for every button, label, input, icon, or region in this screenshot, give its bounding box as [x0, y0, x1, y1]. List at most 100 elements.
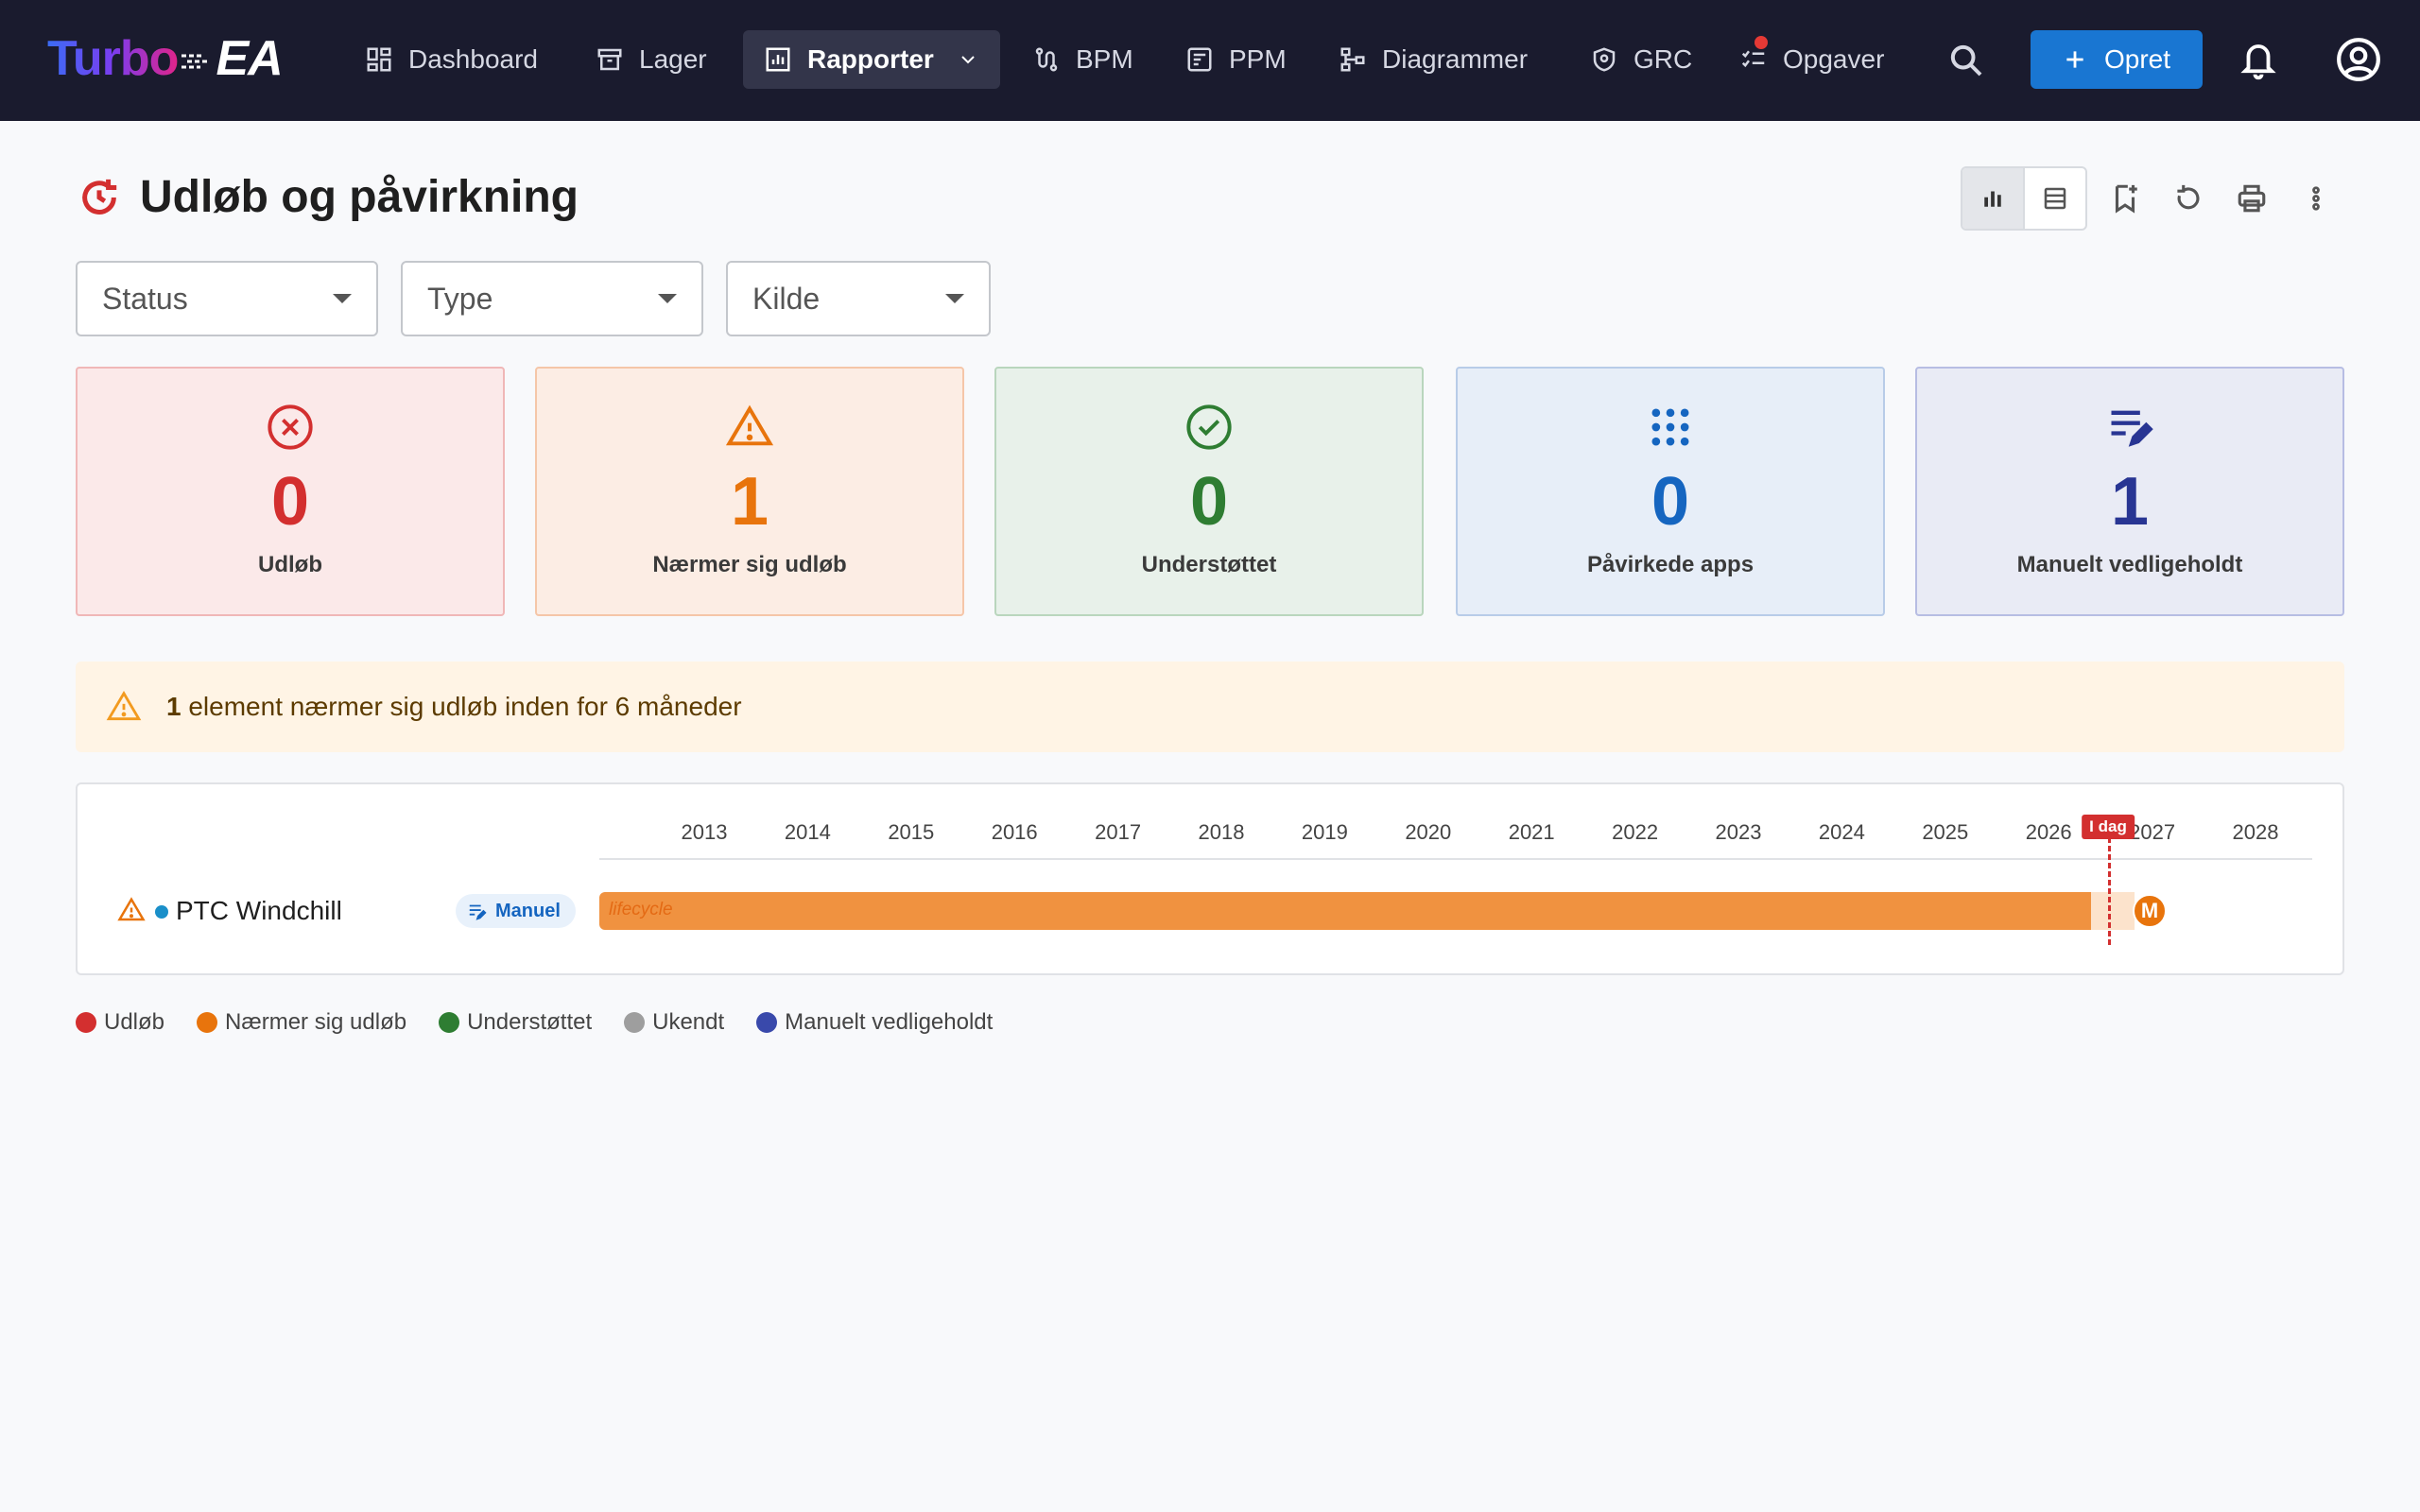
- status-legend: Udløb Nærmer sig udløb Understøttet Ukendt M…: [76, 1009, 993, 1036]
- kpi-supported-label: Understøttet: [1141, 552, 1277, 577]
- timeline-row-name[interactable]: PTC Windchill: [176, 894, 342, 928]
- search-icon[interactable]: [1947, 42, 1985, 79]
- nav-opgaver-label: Opgaver: [1783, 44, 1885, 74]
- page-title: Udløb og påvirkning: [140, 172, 579, 222]
- nav-dashboard[interactable]: Dashboard: [344, 30, 559, 89]
- timeline-year-label: 2022: [1612, 820, 1659, 844]
- legend-item: Understøttet: [439, 1009, 592, 1036]
- source-filter-select[interactable]: Kilde: [726, 261, 991, 336]
- dashboard-icon: [367, 47, 391, 72]
- chart-view-button[interactable]: [1962, 168, 2023, 229]
- item-type-dot: [155, 905, 168, 919]
- warning-triangle-icon: [106, 690, 142, 721]
- status-filter-label: Status: [102, 281, 188, 316]
- nav-rapporter[interactable]: Rapporter: [743, 30, 1000, 89]
- print-button[interactable]: [2233, 180, 2271, 217]
- timeline-year-label: 2023: [1715, 820, 1762, 844]
- top-navigation-bar: Turbo EA Dashboard Lager Rapporter BPM PP…: [0, 0, 2420, 121]
- kpi-manually-maintained-value: 1: [2110, 464, 2150, 540]
- alert-message: 1 element nærmer sig udløb inden for 6 m…: [166, 692, 742, 722]
- kpi-card-affected-apps[interactable]: 0 Påvirkede apps: [1456, 367, 1885, 616]
- lifecycle-bar[interactable]: lifecycle: [599, 892, 2091, 930]
- bookmark-add-button[interactable]: [2106, 180, 2144, 217]
- legend-swatch: [439, 1012, 460, 1033]
- status-filter-select[interactable]: Status: [76, 261, 378, 336]
- kpi-card-expired[interactable]: 0 Udløb: [76, 367, 505, 616]
- nav-ppm[interactable]: PPM: [1165, 30, 1307, 89]
- timeline-year-label: 2026: [2025, 820, 2072, 844]
- kpi-card-manually-maintained[interactable]: 1 Manuelt vedligeholdt: [1915, 367, 2344, 616]
- nav-dashboard-label: Dashboard: [408, 44, 538, 74]
- timeline-year-label: 2019: [1301, 820, 1348, 844]
- timeline-year-label: 2020: [1405, 820, 1452, 844]
- nav-grc[interactable]: GRC: [1569, 30, 1713, 89]
- nav-bpm[interactable]: BPM: [1011, 30, 1154, 89]
- timeline-year-label: 2028: [2232, 820, 2279, 844]
- table-view-button[interactable]: [2023, 168, 2085, 229]
- nav-diagrammer[interactable]: Diagrammer: [1318, 30, 1548, 89]
- table-rows-icon: [2044, 187, 2066, 210]
- lifecycle-timeline: 2013 2014 2015 2016 2017 2018 2019 2020 2021 2022…: [76, 782, 2344, 975]
- more-options-button[interactable]: [2297, 180, 2335, 217]
- caret-down-icon: [658, 294, 677, 303]
- timeline-year-label: 2018: [1198, 820, 1245, 844]
- archive-icon: [597, 48, 622, 71]
- account-circle-icon[interactable]: [2335, 36, 2382, 83]
- reset-button[interactable]: [2169, 180, 2206, 217]
- speed-lines-icon: [182, 54, 209, 69]
- edit-list-icon: [2111, 410, 2153, 447]
- legend-swatch: [197, 1012, 218, 1033]
- legend-label: Ukendt: [652, 1009, 725, 1035]
- check-circle-icon: [1186, 404, 1232, 450]
- kpi-expired-label: Udløb: [258, 552, 322, 577]
- nav-bpm-label: BPM: [1076, 44, 1133, 74]
- timeline-year-label: 2025: [1922, 820, 1969, 844]
- more-vertical-icon: [2312, 186, 2320, 211]
- alert-count: 1: [166, 692, 182, 721]
- nav-grc-label: GRC: [1634, 44, 1693, 74]
- warning-triangle-icon: [725, 404, 774, 446]
- timeline-year-label: 2013: [681, 820, 728, 844]
- edit-list-icon: [469, 904, 487, 920]
- timeline-year-label: 2014: [784, 820, 831, 844]
- kpi-expired-value: 0: [270, 464, 310, 540]
- timeline-year-label: 2015: [888, 820, 935, 844]
- notifications-bell-icon[interactable]: [2238, 38, 2278, 81]
- timeline-year-label: 2017: [1095, 820, 1142, 844]
- type-filter-select[interactable]: Type: [401, 261, 703, 336]
- timeline-year-label: 2016: [991, 820, 1038, 844]
- timeline-year-label: 2027: [2129, 820, 2176, 844]
- nav-opgaver[interactable]: Opgaver: [1719, 30, 1905, 89]
- caret-down-icon: [945, 294, 964, 303]
- bar-chart-icon: [1984, 191, 2001, 207]
- legend-item: Manuelt vedligeholdt: [756, 1009, 993, 1036]
- nav-lager[interactable]: Lager: [575, 30, 728, 89]
- kpi-card-supported[interactable]: 0 Understøttet: [994, 367, 1424, 616]
- legend-label: Manuelt vedligeholdt: [785, 1009, 994, 1035]
- create-button[interactable]: Opret: [2031, 30, 2203, 89]
- legend-label: Udløb: [104, 1009, 165, 1035]
- portfolio-icon: [1187, 47, 1212, 72]
- legend-item: Nærmer sig udløb: [197, 1009, 406, 1036]
- nav-lager-label: Lager: [639, 44, 707, 74]
- expiry-clock-icon: [82, 179, 117, 215]
- kpi-affected-apps-label: Påvirkede apps: [1586, 552, 1754, 577]
- view-toggle: [1961, 166, 2087, 231]
- app-logo[interactable]: Turbo EA: [47, 28, 284, 89]
- chevron-down-icon: [961, 56, 975, 64]
- diagram-icon: [1340, 47, 1365, 72]
- expiry-warning-alert: 1 element nærmer sig udløb inden for 6 m…: [76, 662, 2344, 752]
- kpi-affected-apps-value: 0: [1651, 464, 1690, 540]
- kpi-card-approaching[interactable]: 1 Nærmer sig udløb: [535, 367, 964, 616]
- kpi-manually-maintained-label: Manuelt vedligeholdt: [2016, 552, 2243, 577]
- manual-end-marker[interactable]: M: [2133, 894, 2167, 928]
- notification-dot: [1754, 36, 1768, 49]
- process-icon: [1035, 47, 1058, 72]
- lifecycle-bar-remaining: [2091, 892, 2135, 930]
- nav-diagrammer-label: Diagrammer: [1382, 44, 1529, 74]
- timeline-axis: [599, 858, 2312, 860]
- legend-swatch: [76, 1012, 96, 1033]
- legend-swatch: [756, 1012, 778, 1033]
- today-marker-label: I dag: [2082, 815, 2135, 839]
- timeline-year-label: 2021: [1508, 820, 1555, 844]
